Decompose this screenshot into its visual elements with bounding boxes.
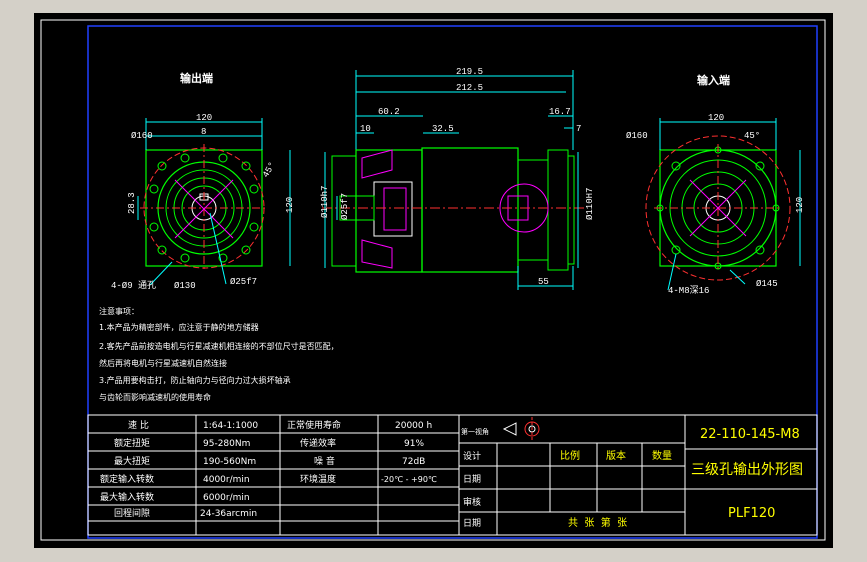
- spec-value: -20℃ - +90℃: [381, 475, 437, 484]
- output-shaft-label: Ø25f7: [230, 277, 257, 287]
- output-height-dim: 120: [285, 197, 295, 213]
- tb-header: 比例: [560, 449, 580, 462]
- side-left-dia1: Ø110h7: [320, 186, 330, 218]
- note-line: 注意事项：: [99, 306, 139, 316]
- side-left-dia2: Ø25f7: [340, 193, 350, 220]
- spec-value: 6000r/min: [203, 493, 250, 503]
- input-bolt-circle: Ø145: [756, 279, 778, 289]
- spec-value: 20000 h: [395, 421, 432, 431]
- spec-value: 91%: [404, 439, 424, 449]
- spec-label: 额定输入转数: [100, 473, 154, 485]
- spec-value: 190-560Nm: [203, 457, 256, 467]
- side-d2: 32.5: [432, 124, 454, 134]
- tb-row-label: 日期: [463, 474, 481, 485]
- spec-label: 回程间隙: [114, 507, 150, 519]
- input-width-dim: 120: [708, 113, 724, 123]
- input-holes-label: 4-M8深16: [668, 285, 709, 296]
- side-d1: 10: [360, 124, 371, 134]
- input-height-dim: 120: [795, 197, 805, 213]
- input-view-label: 输入端: [697, 73, 730, 87]
- spec-label: 环境温度: [300, 473, 336, 485]
- note-line: 1.本产品为精密部件，应注意于静的地方储器: [99, 322, 259, 332]
- input-pcd-dim: Ø160: [626, 131, 648, 141]
- spec-label: 速 比: [128, 419, 149, 431]
- side-right-dia: Ø110H7: [585, 188, 595, 220]
- side-d3: 16.7: [549, 107, 571, 117]
- tb-row-label: 审核: [463, 496, 481, 508]
- note-line: 与齿轮而影响减速机的使用寿命: [99, 392, 211, 402]
- side-flange-dim: 60.2: [378, 107, 400, 117]
- input-angle: 45°: [744, 131, 760, 141]
- tb-sheets: 共 张 第 张: [568, 516, 627, 529]
- spec-label: 最大扭矩: [114, 455, 150, 467]
- tb-header: 数量: [652, 449, 672, 462]
- spec-value: 95-280Nm: [203, 439, 250, 449]
- spec-value: 1:64-1:1000: [203, 421, 258, 431]
- spec-label: 正常使用寿命: [287, 419, 341, 431]
- drawing-sheet: 输出端 120 Ø160 8 120 28.3 45° 4-Ø9 通孔 Ø130…: [0, 0, 867, 562]
- spec-value: 4000r/min: [203, 475, 250, 485]
- model-number: PLF120: [728, 506, 775, 521]
- drawing-title: 三级孔输出外形图: [691, 462, 803, 478]
- side-d4: 7: [576, 124, 581, 134]
- spec-value: 72dB: [402, 457, 425, 467]
- spec-label: 噪 音: [314, 455, 335, 467]
- output-pcd-dim: Ø160: [131, 131, 153, 141]
- note-line: 3.产品用要构击打，防止轴向力与径向力过大损坏轴承: [99, 375, 291, 385]
- cad-viewport[interactable]: 输出端 120 Ø160 8 120 28.3 45° 4-Ø9 通孔 Ø130…: [0, 0, 867, 562]
- projection-label: 第一视角: [461, 427, 489, 436]
- output-width-dim: 120: [196, 113, 212, 123]
- output-key-height: 28.3: [127, 192, 137, 214]
- tb-row-label: 日期: [463, 518, 481, 529]
- side-body-dim: 212.5: [456, 83, 483, 93]
- side-total-dim: 219.5: [456, 67, 483, 77]
- tb-row-label: 设计: [463, 450, 481, 462]
- output-spigot-label: Ø130: [174, 281, 196, 291]
- drawing-number: 22-110-145-M8: [700, 427, 800, 442]
- output-key-width: 8: [201, 127, 206, 137]
- note-line: 2.客先产品前按造电机与行星减速机相连接的不部位尺寸是否匹配，: [99, 341, 339, 351]
- tb-header: 版本: [606, 449, 626, 462]
- spec-label: 额定扭矩: [114, 437, 150, 449]
- output-view-label: 输出端: [180, 71, 213, 85]
- side-bottom-dim: 55: [538, 277, 549, 287]
- spec-label: 最大输入转数: [100, 491, 154, 503]
- spec-value: 24-36arcmin: [200, 509, 257, 519]
- note-line: 然后再将电机与行星减速机自然连接: [99, 358, 227, 368]
- output-holes-label: 4-Ø9 通孔: [111, 280, 156, 291]
- spec-label: 传递效率: [300, 437, 336, 449]
